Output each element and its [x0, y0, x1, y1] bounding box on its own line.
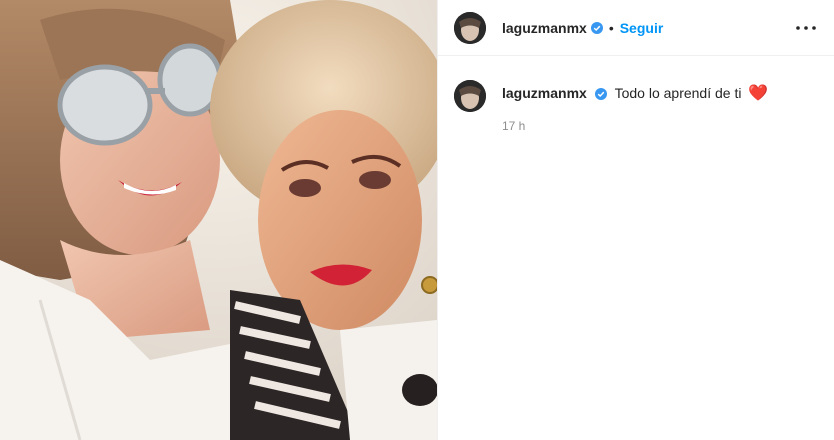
heart-emoji-icon: ❤️	[748, 85, 769, 102]
separator-dot: •	[608, 19, 614, 36]
follow-button[interactable]: Seguir	[620, 20, 664, 36]
post-photo[interactable]	[0, 0, 437, 440]
verified-badge-icon	[594, 88, 607, 101]
author-username[interactable]: laguzmanmx	[502, 20, 587, 36]
caption-comment: laguzmanmx Todo lo aprendí de ti ❤️ 17 h	[438, 56, 834, 135]
post-timestamp[interactable]: 17 h	[502, 117, 768, 135]
post-details-panel: laguzmanmx • Seguir laguzmanmx Todo lo a…	[437, 0, 834, 440]
caption-text: Todo lo aprendí de ti	[614, 85, 742, 101]
author-avatar[interactable]	[454, 11, 486, 44]
caption-author-avatar[interactable]	[454, 80, 486, 112]
caption-body: laguzmanmx Todo lo aprendí de ti ❤️ 17 h	[502, 78, 768, 135]
more-options-icon[interactable]	[794, 16, 818, 40]
post-photo-image	[0, 0, 437, 440]
post-header: laguzmanmx • Seguir	[438, 0, 834, 56]
caption-author-username[interactable]: laguzmanmx	[502, 85, 587, 101]
verified-badge-icon	[590, 21, 603, 34]
